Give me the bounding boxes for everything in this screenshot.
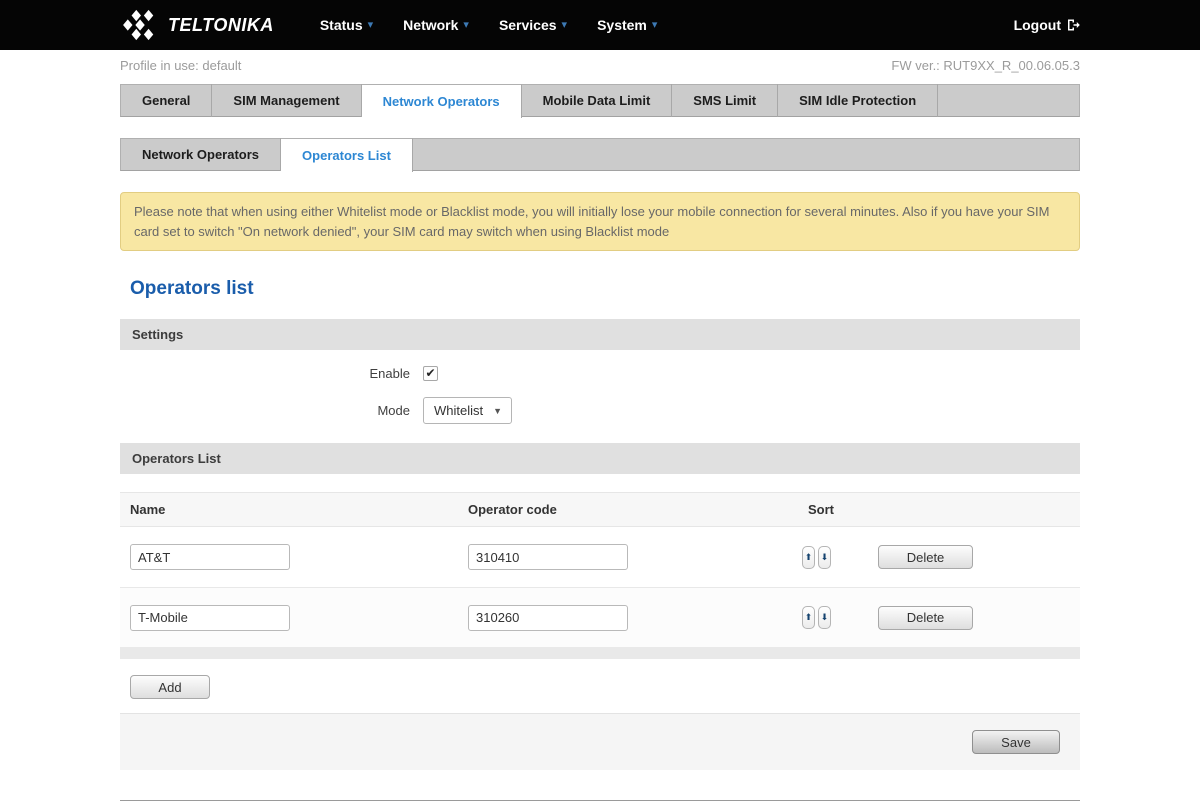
brand-name: TELTONIKA bbox=[168, 15, 274, 36]
logout-label: Logout bbox=[1014, 17, 1061, 33]
page-content: Profile in use: default FW ver.: RUT9XX_… bbox=[120, 50, 1080, 801]
mode-row: Mode Whitelist ▼ bbox=[120, 397, 1080, 424]
tab-network-operators[interactable]: Network Operators bbox=[362, 84, 522, 118]
chevron-down-icon: ▾ bbox=[652, 20, 658, 31]
add-row: Add bbox=[120, 659, 1080, 713]
sub-tabbar: Network Operators Operators List bbox=[120, 138, 1080, 171]
menu-network-label: Network bbox=[403, 17, 458, 33]
logout-button[interactable]: Logout bbox=[1014, 17, 1080, 33]
table-row: ⬆ ⬇ Delete bbox=[120, 527, 1080, 587]
chevron-down-icon: ▾ bbox=[463, 20, 469, 31]
meta-row: Profile in use: default FW ver.: RUT9XX_… bbox=[120, 50, 1080, 73]
sort-cell: ⬆ ⬇ bbox=[798, 606, 868, 629]
code-cell bbox=[458, 544, 798, 570]
chevron-down-icon: ▼ bbox=[493, 406, 502, 416]
arrow-down-icon: ⬇ bbox=[821, 613, 829, 622]
main-tabbar: General SIM Management Network Operators… bbox=[120, 84, 1080, 117]
teltonika-logo[interactable]: TELTONIKA bbox=[120, 8, 274, 42]
warning-notice: Please note that when using either White… bbox=[120, 192, 1080, 251]
delete-button[interactable]: Delete bbox=[878, 545, 973, 569]
fw-version: FW ver.: RUT9XX_R_00.06.05.3 bbox=[891, 58, 1080, 73]
enable-checkbox[interactable]: ✔ bbox=[423, 366, 438, 381]
top-navbar: TELTONIKA Status ▾ Network ▾ Services ▾ … bbox=[0, 0, 1200, 50]
arrow-up-icon: ⬆ bbox=[805, 613, 813, 622]
menu-status[interactable]: Status ▾ bbox=[320, 17, 373, 33]
mode-select[interactable]: Whitelist ▼ bbox=[423, 397, 512, 424]
sort-cell: ⬆ ⬇ bbox=[798, 546, 868, 569]
tab-sms-limit[interactable]: SMS Limit bbox=[672, 84, 778, 117]
tab-sim-idle-protection[interactable]: SIM Idle Protection bbox=[778, 84, 938, 117]
operator-code-input[interactable] bbox=[468, 605, 628, 631]
chevron-down-icon: ▾ bbox=[562, 20, 568, 31]
chevron-down-icon: ▾ bbox=[368, 20, 374, 31]
logo-diamonds-icon bbox=[120, 8, 162, 42]
sort-up-button[interactable]: ⬆ bbox=[802, 606, 815, 629]
menu-system-label: System bbox=[597, 17, 647, 33]
actions-cell: Delete bbox=[868, 606, 1080, 630]
table-row: ⬆ ⬇ Delete bbox=[120, 587, 1080, 647]
tab-mobile-data-limit[interactable]: Mobile Data Limit bbox=[522, 84, 673, 117]
page-title: Operators list bbox=[130, 278, 1080, 300]
operators-table-header: Name Operator code Sort bbox=[120, 492, 1080, 527]
sort-down-button[interactable]: ⬇ bbox=[818, 606, 831, 629]
save-button[interactable]: Save bbox=[972, 730, 1060, 754]
enable-row: Enable ✔ bbox=[120, 366, 1080, 381]
delete-button[interactable]: Delete bbox=[878, 606, 973, 630]
operators-section-header: Operators List bbox=[120, 443, 1080, 474]
name-cell bbox=[120, 544, 458, 570]
main-menu: Status ▾ Network ▾ Services ▾ System ▾ bbox=[320, 17, 658, 33]
enable-label: Enable bbox=[120, 366, 410, 381]
mode-selected-value: Whitelist bbox=[434, 403, 483, 418]
tab-sim-management[interactable]: SIM Management bbox=[212, 84, 361, 117]
arrow-up-icon: ⬆ bbox=[805, 553, 813, 562]
arrow-down-icon: ⬇ bbox=[821, 553, 829, 562]
column-header-name: Name bbox=[120, 502, 458, 517]
subtab-network-operators[interactable]: Network Operators bbox=[121, 138, 281, 171]
menu-system[interactable]: System ▾ bbox=[597, 17, 657, 33]
add-button[interactable]: Add bbox=[130, 675, 210, 699]
navbar-inner: TELTONIKA Status ▾ Network ▾ Services ▾ … bbox=[120, 0, 1080, 50]
save-footer: Save bbox=[120, 713, 1080, 770]
column-header-operator-code: Operator code bbox=[458, 502, 798, 517]
table-end-strip bbox=[120, 647, 1080, 659]
tab-general[interactable]: General bbox=[121, 84, 212, 117]
code-cell bbox=[458, 605, 798, 631]
settings-section-header: Settings bbox=[120, 319, 1080, 350]
sort-up-button[interactable]: ⬆ bbox=[802, 546, 815, 569]
sort-down-button[interactable]: ⬇ bbox=[818, 546, 831, 569]
mode-label: Mode bbox=[120, 403, 410, 418]
operator-name-input[interactable] bbox=[130, 605, 290, 631]
profile-in-use: Profile in use: default bbox=[120, 58, 241, 73]
operator-code-input[interactable] bbox=[468, 544, 628, 570]
menu-services-label: Services bbox=[499, 17, 557, 33]
column-header-sort: Sort bbox=[798, 502, 868, 517]
check-icon: ✔ bbox=[425, 367, 435, 379]
actions-cell: Delete bbox=[868, 545, 1080, 569]
menu-network[interactable]: Network ▾ bbox=[403, 17, 469, 33]
name-cell bbox=[120, 605, 458, 631]
menu-status-label: Status bbox=[320, 17, 363, 33]
logout-icon bbox=[1066, 18, 1080, 32]
operator-name-input[interactable] bbox=[130, 544, 290, 570]
subtab-operators-list[interactable]: Operators List bbox=[281, 138, 413, 172]
menu-services[interactable]: Services ▾ bbox=[499, 17, 567, 33]
